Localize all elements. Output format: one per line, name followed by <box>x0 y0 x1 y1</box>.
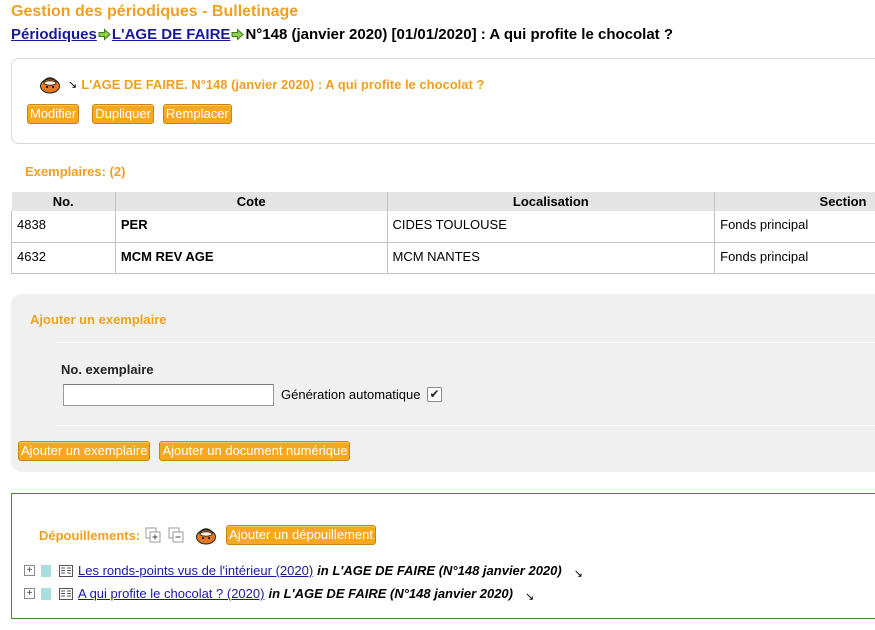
auto-generation-label: Génération automatique <box>281 387 421 402</box>
expand-icon[interactable]: + <box>24 565 35 576</box>
table-row[interactable]: 4632 MCM REV AGE MCM NANTES Fonds princi… <box>11 242 875 274</box>
depouillement-source: in L'AGE DE FAIRE (N°148 janvier 2020) <box>268 586 513 601</box>
collapse-all-icon[interactable] <box>168 527 186 543</box>
bulletin-notice-title: L'AGE DE FAIRE. N°148 (janvier 2020) : A… <box>81 76 485 92</box>
expand-icon[interactable]: + <box>24 588 35 599</box>
auto-generation-checkbox[interactable]: ✔ <box>427 387 442 402</box>
depouillement-link[interactable]: A qui profite le chocolat ? (2020) <box>78 586 264 601</box>
cell-localisation: CIDES TOULOUSE <box>386 211 716 243</box>
exemplaire-number-input[interactable] <box>63 384 274 406</box>
breadcrumb-link-periodiques[interactable]: Périodiques <box>11 26 97 43</box>
modify-button[interactable]: Modifier <box>27 104 80 124</box>
status-marker <box>41 587 51 600</box>
exemplaires-label: Exemplaires: (2) <box>25 164 126 179</box>
replace-button[interactable]: Remplacer <box>162 104 232 124</box>
column-header-section[interactable]: Section <box>714 192 875 211</box>
arrow-right-icon <box>231 28 245 41</box>
cell-cote: MCM REV AGE <box>114 242 388 274</box>
depouillements-panel: Dépouillements: Ajouter un dépouillement… <box>11 493 875 619</box>
table-row[interactable]: 4838 PER CIDES TOULOUSE Fonds principal <box>11 211 875 243</box>
column-header-cote[interactable]: Cote <box>114 192 388 211</box>
cell-localisation: MCM NANTES <box>386 242 716 274</box>
column-header-no[interactable]: No. <box>11 192 116 211</box>
cell-no: 4838 <box>11 211 116 243</box>
exemplaires-table: No. Cote Localisation Section 4838 PER C… <box>11 192 875 274</box>
table-header-row: No. Cote Localisation Section <box>11 192 875 211</box>
list-item: + A qui profite le chocolat ? (2020) in … <box>24 584 534 603</box>
article-icon <box>59 587 73 600</box>
depouillement-link[interactable]: Les ronds-points vus de l'intérieur (202… <box>78 563 313 578</box>
move-arrow-icon[interactable]: ↘ <box>525 590 534 603</box>
move-arrow-icon[interactable]: ↘ <box>574 567 583 580</box>
duplicate-button[interactable]: Dupliquer <box>92 104 154 124</box>
basket-icon[interactable] <box>194 525 218 545</box>
status-marker <box>41 564 51 577</box>
breadcrumb-link-periodical[interactable]: L'AGE DE FAIRE <box>112 26 231 43</box>
breadcrumb: Périodiques L'AGE DE FAIRE N°148 (janvie… <box>11 26 673 43</box>
expand-all-icon[interactable] <box>145 527 163 543</box>
add-exemplaire-actions: Ajouter un exemplaire Ajouter un documen… <box>18 441 351 461</box>
article-icon <box>59 564 73 577</box>
bulletin-notice-line: ↘ L'AGE DE FAIRE. N°148 (janvier 2020) :… <box>38 74 484 94</box>
move-arrow-icon[interactable]: ↘ <box>68 78 77 91</box>
bulletin-actions: Modifier Dupliquer Remplacer <box>27 104 232 124</box>
cell-cote: PER <box>114 211 388 243</box>
list-item: + Les ronds-points vus de l'intérieur (2… <box>24 561 583 580</box>
bulletin-notice-panel: ↘ L'AGE DE FAIRE. N°148 (janvier 2020) :… <box>11 58 875 144</box>
arrow-right-icon <box>98 28 111 41</box>
add-exemplaire-panel: Ajouter un exemplaire No. exemplaire Gén… <box>11 294 875 472</box>
column-header-localisation[interactable]: Localisation <box>386 192 715 211</box>
cell-section: Fonds principal <box>714 242 875 274</box>
depouillement-source: in L'AGE DE FAIRE (N°148 janvier 2020) <box>317 563 562 578</box>
cell-no: 4632 <box>11 242 116 274</box>
page-title: Gestion des périodiques - Bulletinage <box>11 3 299 20</box>
divider <box>56 425 875 426</box>
add-exemplaire-button[interactable]: Ajouter un exemplaire <box>18 441 151 461</box>
divider <box>56 342 875 343</box>
depouillements-header: Dépouillements: Ajouter un dépouillement <box>39 525 376 545</box>
cell-section: Fonds principal <box>714 211 875 243</box>
breadcrumb-current: N°148 (janvier 2020) [01/01/2020] : A qu… <box>245 26 673 43</box>
depouillements-label: Dépouillements: <box>39 527 141 543</box>
add-depouillement-button[interactable]: Ajouter un dépouillement <box>226 525 376 545</box>
add-digital-document-button[interactable]: Ajouter un document numérique <box>159 441 351 461</box>
add-exemplaire-title: Ajouter un exemplaire <box>30 312 167 327</box>
basket-icon[interactable] <box>38 74 62 94</box>
exemplaire-number-label: No. exemplaire <box>61 362 154 377</box>
